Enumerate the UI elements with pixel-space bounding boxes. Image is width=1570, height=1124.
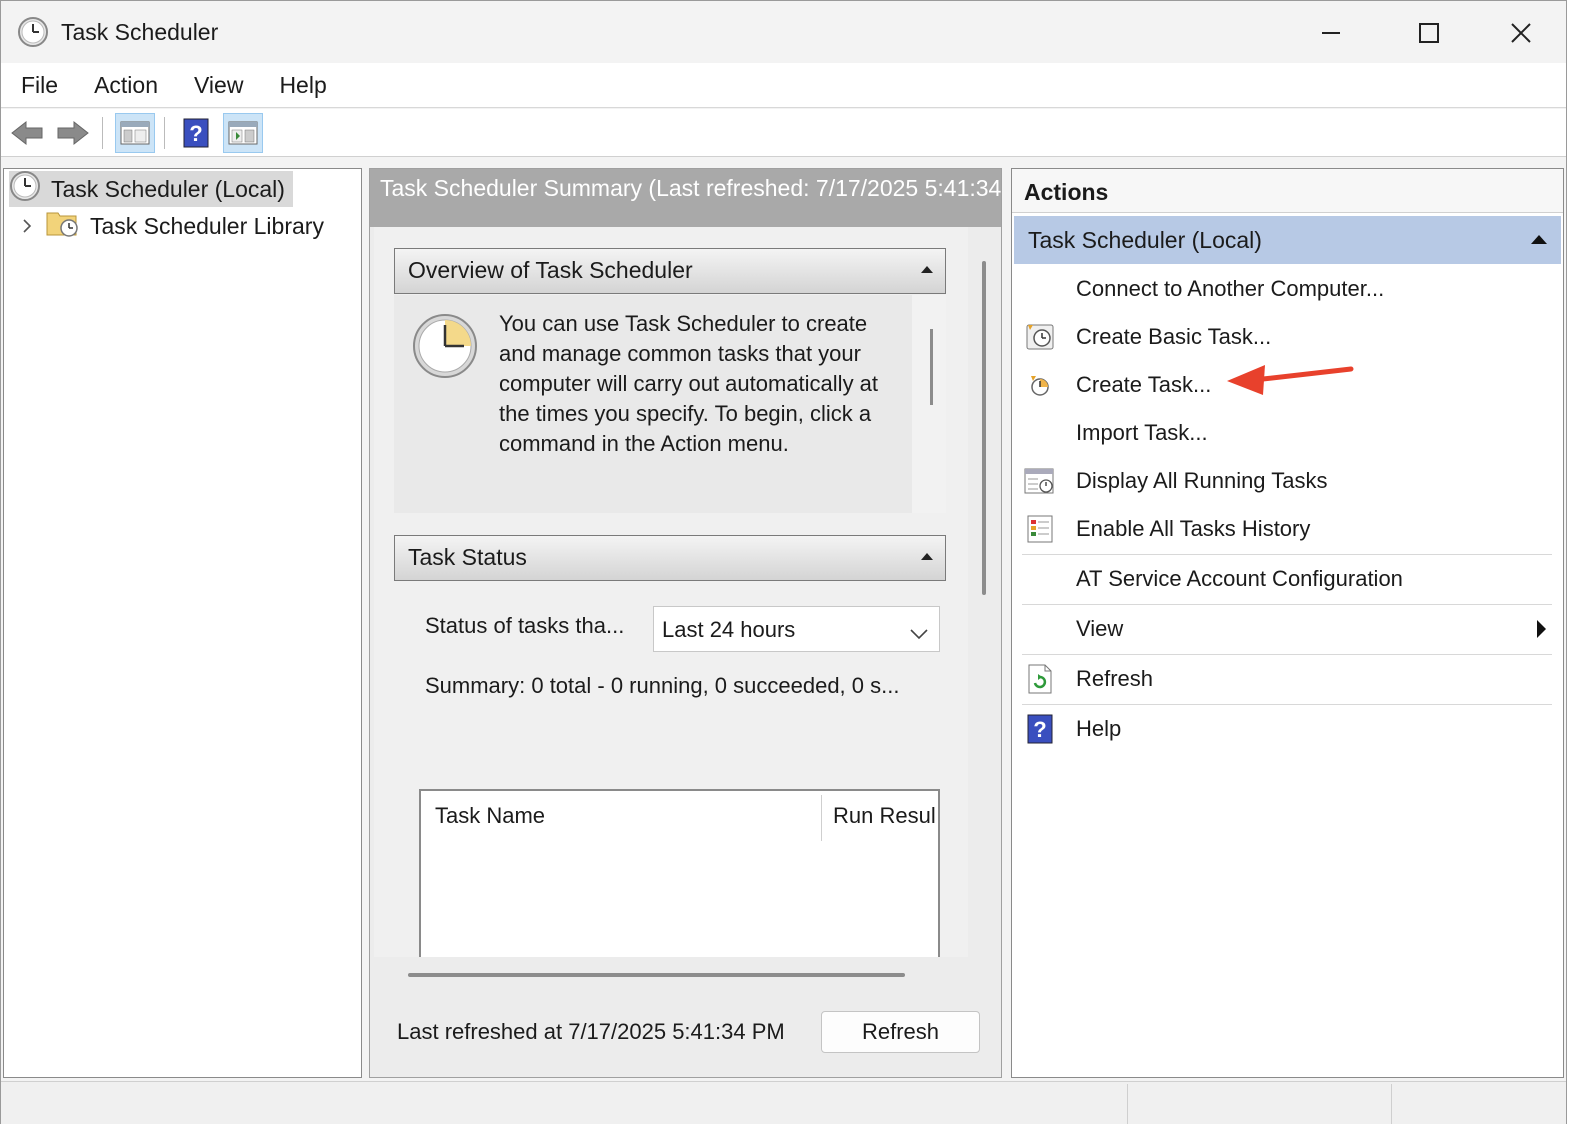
action-label: Help bbox=[1076, 716, 1122, 741]
action-view[interactable]: View bbox=[1022, 606, 1552, 652]
actions-separator bbox=[1022, 554, 1552, 555]
annotation-arrow-icon bbox=[1223, 357, 1355, 406]
tasks-history-icon bbox=[1024, 513, 1056, 545]
summary-vertical-scroll-thumb[interactable] bbox=[982, 261, 986, 595]
refresh-button[interactable]: Refresh bbox=[821, 1011, 980, 1053]
column-header-run-result[interactable]: Run Resul bbox=[833, 803, 936, 829]
collapse-caret-icon[interactable] bbox=[1531, 235, 1547, 244]
clock-icon bbox=[412, 313, 478, 384]
last-refreshed-text: Last refreshed at 7/17/2025 5:41:34 PM bbox=[397, 1019, 785, 1044]
overview-title: Overview of Task Scheduler bbox=[408, 257, 693, 283]
task-summary-text: Summary: 0 total - 0 running, 0 succeede… bbox=[425, 673, 900, 698]
action-label: Create Basic Task... bbox=[1076, 324, 1272, 349]
running-tasks-icon bbox=[1024, 465, 1056, 497]
help-icon: ? bbox=[1024, 713, 1056, 745]
status-filter-label: Status of tasks tha... bbox=[425, 613, 625, 638]
task-status-section-header[interactable]: Task Status bbox=[394, 535, 946, 581]
toolbar-separator bbox=[164, 117, 165, 149]
action-at-service-account-configuration[interactable]: AT Service Account Configuration bbox=[1022, 556, 1552, 602]
forward-arrow-icon[interactable] bbox=[53, 113, 93, 153]
summary-scroll-area: Overview of Task Scheduler You can use T… bbox=[374, 227, 968, 957]
tree-item-label: Task Scheduler (Local) bbox=[51, 175, 285, 202]
summary-pane: Task Scheduler Summary (Last refreshed: … bbox=[369, 168, 1002, 1078]
status-bar bbox=[1, 1081, 1566, 1124]
console-tree: Task Scheduler (Local) Task Scheduler Li… bbox=[3, 168, 362, 1078]
menu-file[interactable]: File bbox=[5, 72, 74, 99]
window-title: Task Scheduler bbox=[61, 19, 219, 45]
action-label: Create Task... bbox=[1076, 372, 1212, 397]
expand-chevron-icon[interactable] bbox=[16, 217, 38, 235]
svg-text:?: ? bbox=[1033, 717, 1046, 742]
back-arrow-icon[interactable] bbox=[7, 113, 47, 153]
action-label: View bbox=[1076, 616, 1124, 641]
menu-bar: File Action View Help bbox=[1, 63, 1566, 108]
submenu-arrow-icon bbox=[1537, 620, 1546, 638]
overview-scrollbar[interactable] bbox=[912, 295, 946, 513]
maximize-button[interactable] bbox=[1399, 11, 1459, 55]
tree-item-label: Task Scheduler Library bbox=[90, 212, 324, 239]
actions-separator bbox=[1022, 654, 1552, 655]
task-status-title: Task Status bbox=[408, 544, 527, 570]
action-label: Enable All Tasks History bbox=[1076, 516, 1311, 541]
actions-pane: Actions Task Scheduler (Local) Connect t… bbox=[1011, 168, 1564, 1078]
task-scheduler-clock-icon bbox=[9, 170, 41, 208]
menu-help[interactable]: Help bbox=[263, 72, 342, 99]
overview-scroll-thumb[interactable] bbox=[930, 329, 933, 405]
task-scheduler-window: Task Scheduler File Action View Help ? T… bbox=[0, 0, 1567, 1124]
action-label: Refresh bbox=[1076, 666, 1154, 691]
action-label: AT Service Account Configuration bbox=[1076, 566, 1403, 591]
action-connect-to-another-computer[interactable]: Connect to Another Computer... bbox=[1022, 266, 1552, 312]
column-divider[interactable] bbox=[821, 795, 822, 841]
action-create-basic-task[interactable]: Create Basic Task... bbox=[1022, 314, 1552, 360]
show-hide-console-tree-icon[interactable] bbox=[115, 113, 155, 153]
actions-group-task-scheduler-local[interactable]: Task Scheduler (Local) bbox=[1014, 216, 1561, 264]
svg-text:?: ? bbox=[189, 121, 202, 146]
action-help[interactable]: ? Help bbox=[1022, 706, 1552, 752]
toolbar-separator bbox=[102, 117, 103, 149]
action-label: Import Task... bbox=[1076, 420, 1208, 445]
collapse-caret-icon[interactable] bbox=[921, 553, 933, 560]
action-label: Connect to Another Computer... bbox=[1076, 276, 1385, 301]
summary-header: Task Scheduler Summary (Last refreshed: … bbox=[370, 169, 1001, 227]
action-import-task[interactable]: Import Task... bbox=[1022, 410, 1552, 456]
task-status-table: Task Name Run Resul bbox=[419, 789, 940, 957]
collapse-caret-icon[interactable] bbox=[921, 266, 933, 273]
status-bar-divider bbox=[1391, 1084, 1392, 1124]
column-header-task-name[interactable]: Task Name bbox=[435, 803, 545, 829]
action-display-all-running-tasks[interactable]: Display All Running Tasks bbox=[1022, 458, 1552, 504]
minimize-button[interactable] bbox=[1301, 11, 1361, 55]
tree-item-task-scheduler-library[interactable]: Task Scheduler Library bbox=[16, 208, 324, 244]
menu-action[interactable]: Action bbox=[78, 72, 174, 99]
action-refresh[interactable]: Refresh bbox=[1022, 656, 1552, 702]
toolbar: ? bbox=[1, 109, 1566, 157]
tree-item-task-scheduler-local[interactable]: Task Scheduler (Local) bbox=[9, 171, 293, 207]
task-scheduler-clock-icon bbox=[17, 16, 49, 53]
actions-separator bbox=[1022, 704, 1552, 705]
overview-body: You can use Task Scheduler to create and… bbox=[394, 295, 946, 513]
close-button[interactable] bbox=[1491, 11, 1551, 55]
status-bar-divider bbox=[1127, 1084, 1128, 1124]
menu-view[interactable]: View bbox=[178, 72, 259, 99]
action-label: Display All Running Tasks bbox=[1076, 468, 1328, 493]
title-bar: Task Scheduler bbox=[1, 1, 1566, 63]
create-task-icon bbox=[1024, 369, 1056, 401]
refresh-icon bbox=[1024, 663, 1056, 695]
show-hide-action-pane-icon[interactable] bbox=[223, 113, 263, 153]
summary-horizontal-scroll-thumb[interactable] bbox=[408, 973, 905, 977]
status-period-value: Last 24 hours bbox=[662, 617, 796, 642]
actions-separator bbox=[1022, 604, 1552, 605]
create-basic-task-icon bbox=[1024, 321, 1056, 353]
overview-section-header[interactable]: Overview of Task Scheduler bbox=[394, 248, 946, 294]
help-icon[interactable]: ? bbox=[176, 113, 216, 153]
folder-clock-icon bbox=[46, 208, 80, 244]
actions-title: Actions bbox=[1012, 169, 1563, 213]
action-enable-all-tasks-history[interactable]: Enable All Tasks History bbox=[1022, 506, 1552, 552]
overview-text: You can use Task Scheduler to create and… bbox=[499, 311, 879, 456]
chevron-down-icon bbox=[909, 621, 929, 647]
actions-group-label: Task Scheduler (Local) bbox=[1028, 227, 1262, 253]
status-period-select[interactable]: Last 24 hours bbox=[653, 606, 940, 652]
